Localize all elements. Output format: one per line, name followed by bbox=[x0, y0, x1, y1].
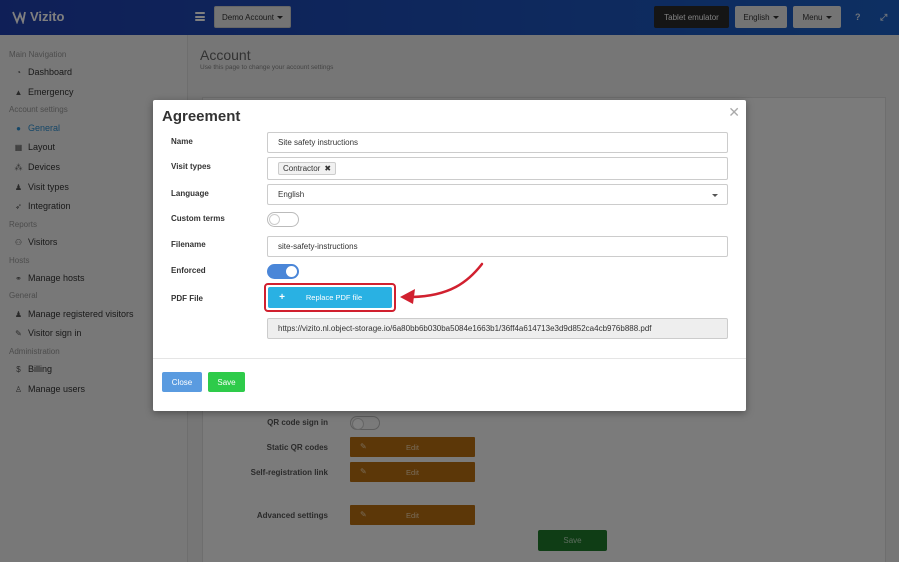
toggle-knob bbox=[286, 266, 297, 277]
close-button[interactable]: Close bbox=[162, 372, 202, 392]
agreement-modal: Agreement ✕ Name Site safety instruction… bbox=[153, 100, 746, 411]
filename-value: site-safety-instructions bbox=[278, 242, 358, 251]
name-label: Name bbox=[171, 137, 193, 146]
name-input[interactable]: Site safety instructions bbox=[267, 132, 728, 153]
custom-terms-toggle[interactable] bbox=[267, 212, 299, 227]
custom-terms-label: Custom terms bbox=[171, 214, 225, 223]
modal-title: Agreement bbox=[162, 108, 241, 125]
language-select[interactable]: English bbox=[267, 184, 728, 205]
name-value: Site safety instructions bbox=[278, 138, 359, 147]
replace-pdf-file-button[interactable]: + Replace PDF file bbox=[268, 287, 392, 308]
filename-input[interactable]: site-safety-instructions bbox=[267, 236, 728, 257]
pdf-url-field: https://vizito.nl.object-storage.io/6a80… bbox=[267, 318, 728, 339]
visit-type-tag: Contractor ✖ bbox=[278, 162, 337, 175]
enforced-label: Enforced bbox=[171, 266, 206, 275]
plus-icon: + bbox=[279, 292, 285, 303]
annotation-arrow-icon bbox=[400, 262, 484, 304]
language-value: English bbox=[278, 190, 305, 199]
pdf-url-value: https://vizito.nl.object-storage.io/6a80… bbox=[278, 324, 652, 333]
visit-types-multiselect[interactable]: Contractor ✖ bbox=[267, 157, 728, 180]
language-label: Language bbox=[171, 189, 209, 198]
close-icon[interactable]: ✕ bbox=[728, 104, 740, 121]
pdf-file-label: PDF File bbox=[171, 294, 204, 303]
filename-label: Filename bbox=[171, 240, 206, 249]
modal-footer-divider bbox=[153, 358, 746, 359]
replace-pdf-file-label: Replace PDF file bbox=[305, 293, 363, 302]
chevron-down-icon bbox=[712, 194, 718, 197]
visit-types-label: Visit types bbox=[171, 162, 211, 171]
enforced-toggle[interactable] bbox=[267, 264, 299, 279]
toggle-knob bbox=[269, 214, 280, 225]
save-button[interactable]: Save bbox=[208, 372, 245, 392]
remove-tag-icon[interactable]: ✖ bbox=[324, 164, 331, 173]
visit-type-tag-label: Contractor bbox=[283, 164, 321, 173]
